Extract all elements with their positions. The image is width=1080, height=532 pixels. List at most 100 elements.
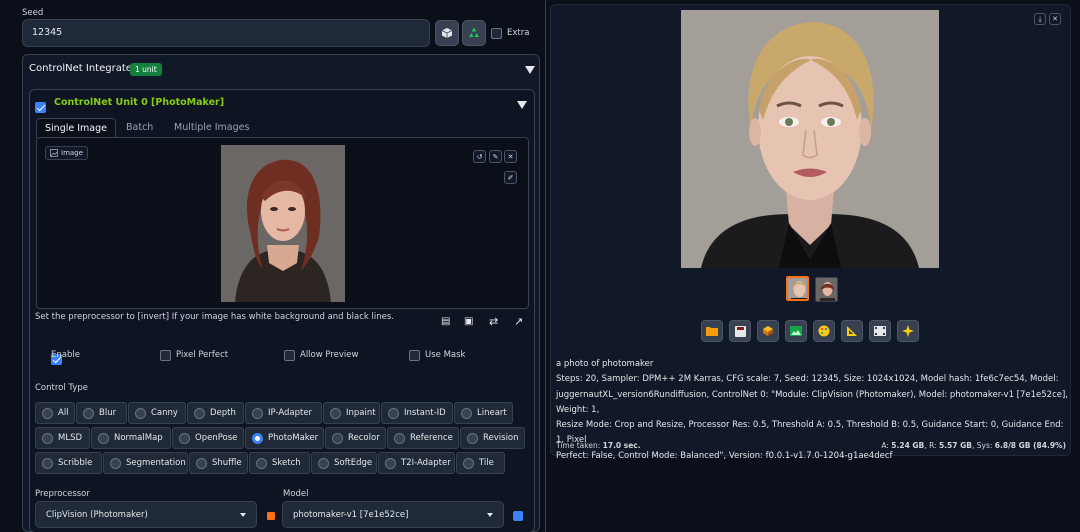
tab-single-image[interactable]: Single Image — [36, 118, 116, 138]
image-label-chip: Image — [45, 146, 88, 160]
close-gallery-button[interactable]: ✕ — [1049, 13, 1061, 25]
pixel-perfect-checkbox[interactable] — [160, 350, 171, 361]
send-to-inpaint-button[interactable] — [813, 320, 835, 342]
unit-collapse-icon[interactable] — [517, 101, 527, 109]
extra-networks-button[interactable] — [897, 320, 919, 342]
model-label: Model — [283, 489, 309, 499]
control-type-reference[interactable]: Reference — [387, 427, 459, 449]
control-type-scribble[interactable]: Scribble — [35, 452, 102, 474]
time-taken: Time taken: 17.0 sec. — [556, 441, 641, 450]
undo-button[interactable]: ↺ — [473, 150, 486, 163]
dice-icon — [441, 28, 453, 38]
download-icon: ⤓ — [1038, 14, 1042, 23]
enable-label: Enable — [51, 350, 80, 360]
use-mask-checkbox[interactable] — [409, 350, 420, 361]
allow-preview-label: Allow Preview — [300, 350, 359, 360]
folder-icon — [706, 327, 718, 336]
run-preprocessor-icon[interactable] — [267, 512, 275, 520]
control-image — [221, 145, 345, 302]
pencil-icon: ✎ — [492, 152, 499, 161]
clear-button[interactable]: ✕ — [504, 150, 517, 163]
swap-icon[interactable]: ⇄ — [489, 315, 498, 328]
control-type-softedge[interactable]: SoftEdge — [311, 452, 377, 474]
model-select[interactable]: photomaker-v1 [7e1e52ce] — [282, 501, 504, 528]
preprocessor-label: Preprocessor — [35, 489, 90, 499]
control-type-recolor[interactable]: Recolor — [325, 427, 386, 449]
tab-multiple-images[interactable]: Multiple Images — [166, 118, 257, 138]
seed-label: Seed — [22, 8, 44, 18]
download-button[interactable]: ⤓ — [1034, 13, 1046, 25]
controlnet-unit-0: ControlNet Unit 0 [PhotoMaker] Single Im… — [29, 89, 535, 532]
preprocessor-select[interactable]: ClipVision (Photomaker) — [35, 501, 257, 528]
controlnet-title: ControlNet Integrated — [29, 63, 139, 74]
reuse-seed-button[interactable] — [462, 20, 486, 46]
brush-icon: ✐ — [507, 173, 514, 182]
output-panel: ⤓ ✕ a photo of photomaker Steps: 20, Sam… — [546, 0, 1080, 532]
control-type-tile[interactable]: Tile — [456, 452, 505, 474]
control-type-inpaint[interactable]: Inpaint — [323, 402, 380, 424]
recycle-icon — [469, 27, 479, 37]
control-type-ip-adapter[interactable]: IP-Adapter — [245, 402, 322, 424]
image-upload-area[interactable]: Image ↺ ✎ ✕ ✐ — [36, 137, 529, 309]
control-type-normalmap[interactable]: NormalMap — [91, 427, 171, 449]
send-to-img2img-button[interactable] — [785, 320, 807, 342]
send-to-video-button[interactable] — [869, 320, 891, 342]
extra-checkbox[interactable] — [491, 28, 502, 39]
extra-label: Extra — [507, 28, 530, 38]
send-to-extras-button[interactable] — [841, 320, 863, 342]
left-panel: Seed 12345 Extra ControlNet Integrated 1… — [0, 0, 546, 532]
open-folder-button[interactable] — [701, 320, 723, 342]
seed-input[interactable]: 12345 — [22, 19, 430, 47]
controlnet-header[interactable]: ControlNet Integrated 1 unit — [23, 55, 539, 85]
image-icon — [790, 326, 802, 336]
control-type-photomaker[interactable]: PhotoMaker — [245, 427, 324, 449]
save-icon — [734, 325, 746, 337]
tab-batch[interactable]: Batch — [118, 118, 161, 138]
time-value: 17.0 sec. — [602, 441, 641, 450]
use-mask-label: Use Mask — [425, 350, 466, 360]
params-line-4: Perfect: False, Control Mode: Balanced",… — [556, 450, 893, 461]
send-dimensions-icon[interactable]: ↗ — [514, 315, 523, 328]
control-type-lineart[interactable]: Lineart — [454, 402, 513, 424]
close-icon: ✕ — [507, 152, 514, 161]
sparkle-icon — [902, 325, 914, 337]
preprocessor-value: ClipVision (Photomaker) — [46, 509, 148, 520]
control-type-segmentation[interactable]: Segmentation — [103, 452, 188, 474]
collapse-icon[interactable] — [525, 66, 535, 74]
control-type-canny[interactable]: Canny — [128, 402, 186, 424]
control-type-shuffle[interactable]: Shuffle — [189, 452, 248, 474]
palette-icon — [818, 325, 830, 337]
controlnet-accordion: ControlNet Integrated 1 unit ControlNet … — [22, 54, 540, 532]
edit-button[interactable]: ✎ — [489, 150, 502, 163]
model-value: photomaker-v1 [7e1e52ce] — [293, 509, 409, 520]
image-label: Image — [61, 149, 83, 157]
pixel-perfect-label: Pixel Perfect — [176, 350, 229, 360]
film-icon — [874, 326, 886, 336]
control-type-openpose[interactable]: OpenPose — [172, 427, 244, 449]
undo-icon: ↺ — [476, 152, 483, 161]
unit-title: ControlNet Unit 0 [PhotoMaker] — [54, 97, 225, 108]
unit-enabled-checkbox[interactable] — [35, 102, 46, 113]
chevron-down-icon — [240, 512, 246, 517]
control-type-blur[interactable]: Blur — [76, 402, 127, 424]
thumbnail-output[interactable] — [786, 276, 809, 301]
control-type-instant-id[interactable]: Instant-ID — [381, 402, 453, 424]
page-icon[interactable]: ▤ — [441, 316, 450, 327]
generated-image[interactable] — [681, 10, 939, 268]
control-type-revision[interactable]: Revision — [460, 427, 525, 449]
control-type-t2i-adapter[interactable]: T2I-Adapter — [378, 452, 455, 474]
zip-button[interactable] — [757, 320, 779, 342]
control-type-mlsd[interactable]: MLSD — [35, 427, 90, 449]
camera-icon[interactable]: ▣ — [464, 316, 473, 327]
control-type-sketch[interactable]: Sketch — [249, 452, 310, 474]
allow-preview-checkbox[interactable] — [284, 350, 295, 361]
save-button[interactable] — [729, 320, 751, 342]
random-seed-button[interactable] — [435, 20, 459, 46]
image-icon — [50, 149, 58, 157]
control-type-all[interactable]: All — [35, 402, 75, 424]
chevron-down-icon — [487, 512, 493, 517]
thumbnail-control[interactable] — [815, 277, 838, 302]
refresh-models-icon[interactable] — [513, 511, 523, 521]
control-type-depth[interactable]: Depth — [187, 402, 244, 424]
brush-button[interactable]: ✐ — [504, 171, 517, 184]
